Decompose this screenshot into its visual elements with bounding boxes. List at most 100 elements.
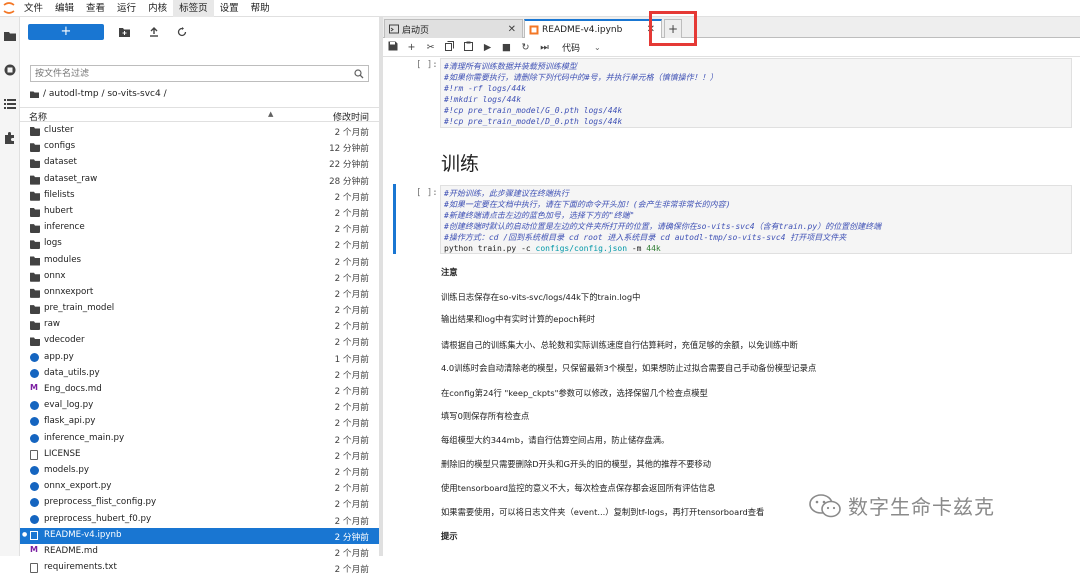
restart-run-all-icon[interactable]: ⏭: [535, 42, 554, 53]
code-cell[interactable]: #清理所有训练数据并装载预训练模型 #如果你需要执行，请删除下列代码中的#号，并执…: [440, 58, 1072, 128]
folder-icon: [30, 175, 40, 185]
file-name: inference_main.py: [44, 432, 125, 443]
file-row[interactable]: M README.md 2 个月前: [20, 544, 379, 560]
file-row[interactable]: modules 2 个月前: [20, 253, 379, 269]
chevron-down-icon: ⌄: [594, 42, 601, 52]
file-row[interactable]: filelists 2 个月前: [20, 188, 379, 204]
python-file-icon: [30, 498, 39, 508]
file-modified: 22 分钟前: [329, 160, 369, 171]
file-row[interactable]: M Eng_docs.md 2 个月前: [20, 382, 379, 398]
insert-cell-icon[interactable]: +: [402, 42, 421, 53]
menu-item[interactable]: 帮助: [245, 0, 276, 17]
menu-item[interactable]: 内核: [142, 0, 173, 17]
file-row[interactable]: onnx 2 个月前: [20, 269, 379, 285]
home-folder-icon[interactable]: [30, 90, 39, 99]
folder-icon: [30, 256, 40, 266]
notebook-file-icon: [30, 530, 38, 540]
file-modified: 2 个月前: [334, 273, 369, 284]
menu-item[interactable]: 查看: [80, 0, 111, 17]
folder-icon: [30, 127, 40, 136]
file-browser: + / autodl-tmp / so-vits-svc4 / 名称 ▲ 修改时…: [20, 17, 379, 575]
upload-icon[interactable]: [146, 24, 162, 40]
sort-ascending-icon[interactable]: ▲: [268, 110, 273, 118]
save-icon[interactable]: [383, 41, 402, 54]
code-cell-active[interactable]: #开始训练，此步骤建议在终端执行 #如果一定要在文档中执行，请在下面的命令开头加！…: [440, 185, 1072, 254]
paste-icon[interactable]: [459, 41, 478, 54]
file-row[interactable]: vdecoder 2 个月前: [20, 333, 379, 349]
cell-prompt: [ ]:: [416, 60, 438, 70]
file-filter-input[interactable]: [31, 66, 331, 81]
extension-icon[interactable]: [3, 131, 17, 145]
file-row[interactable]: app.py 1 个月前: [20, 350, 379, 366]
file-row[interactable]: eval_log.py 2 个月前: [20, 398, 379, 414]
file-row[interactable]: logs 2 个月前: [20, 236, 379, 252]
file-modified: 2 个月前: [334, 257, 369, 268]
python-file-icon: [30, 465, 39, 475]
code-command-line: python train.py -c configs/config.json -…: [444, 243, 1068, 254]
file-name: modules: [44, 254, 82, 265]
file-row[interactable]: configs 12 分钟前: [20, 139, 379, 155]
folder-icon: [30, 288, 40, 298]
menu-item[interactable]: 运行: [111, 0, 142, 17]
file-row[interactable]: data_utils.py 2 个月前: [20, 366, 379, 382]
modified-column-header[interactable]: 修改时间: [333, 110, 369, 123]
menu-item[interactable]: 标签页: [173, 0, 214, 17]
file-modified: 2 个月前: [334, 484, 369, 495]
cell-type-dropdown[interactable]: 代码 ⌄: [562, 41, 601, 54]
menu-item[interactable]: 设置: [214, 0, 245, 17]
folder-icon: [30, 159, 40, 169]
folder-icon: [30, 224, 40, 234]
file-modified: 2 个月前: [334, 387, 369, 397]
file-row[interactable]: models.py 2 个月前: [20, 463, 379, 479]
new-folder-icon[interactable]: [116, 24, 132, 40]
file-row[interactable]: ● README-v4.ipynb 2 分钟前: [20, 527, 379, 544]
file-name: logs: [44, 238, 62, 249]
file-row[interactable]: preprocess_hubert_f0.py 2 个月前: [20, 512, 379, 528]
file-row[interactable]: flask_api.py 2 个月前: [20, 414, 379, 430]
menu-item[interactable]: 编辑: [49, 0, 80, 17]
code-comment-line: #操作方式：cd /回到系统根目录 cd root 进入系统目录 cd auto…: [444, 233, 847, 242]
stop-icon[interactable]: ■: [497, 42, 516, 53]
file-row[interactable]: preprocess_flist_config.py 2 个月前: [20, 495, 379, 511]
file-row[interactable]: inference 2 个月前: [20, 220, 379, 236]
file-name: README-v4.ipynb: [44, 529, 122, 540]
file-name: preprocess_flist_config.py: [44, 497, 157, 508]
restart-icon[interactable]: ↻: [516, 42, 535, 53]
folder-icon[interactable]: [3, 29, 17, 43]
document-tab-bar: 启动页 ✕ README-v4.ipynb ✕ +: [383, 11, 1080, 46]
breadcrumb-path[interactable]: / autodl-tmp / so-vits-svc4 /: [43, 89, 167, 99]
menu-item[interactable]: 文件: [18, 0, 49, 17]
file-modified: 2 个月前: [334, 403, 369, 414]
run-icon[interactable]: ▶: [478, 42, 497, 53]
file-row[interactable]: LICENSE 2 个月前: [20, 447, 379, 463]
python-file-icon: [30, 368, 39, 378]
name-column-header[interactable]: 名称: [29, 110, 47, 123]
markdown-paragraph: 每组模型大约344mb，请自行估算空间占用，防止储存盘满。: [441, 435, 670, 445]
file-row[interactable]: onnx_export.py 2 个月前: [20, 479, 379, 495]
file-row[interactable]: dataset_raw 28 分钟前: [20, 172, 379, 188]
close-tab-icon[interactable]: ✕: [508, 24, 516, 35]
file-row[interactable]: pre_train_model 2 个月前: [20, 301, 379, 317]
code-comment-line: #开始训练，此步骤建议在终端执行: [444, 189, 569, 198]
cut-icon[interactable]: ✂: [421, 42, 440, 53]
copy-icon[interactable]: [440, 40, 459, 54]
file-row[interactable]: requirements.txt 2 个月前: [20, 560, 379, 576]
python-file-icon: [30, 482, 39, 492]
file-row[interactable]: hubert 2 个月前: [20, 204, 379, 220]
file-row[interactable]: cluster 2 个月前: [20, 123, 379, 139]
tab-readme-notebook[interactable]: README-v4.ipynb ✕: [524, 19, 662, 38]
refresh-icon[interactable]: [174, 24, 190, 40]
folder-icon: [30, 143, 40, 153]
running-icon[interactable]: [3, 63, 17, 77]
tab-launcher[interactable]: 启动页 ✕: [384, 19, 523, 38]
file-modified: 12 分钟前: [329, 144, 369, 155]
file-row[interactable]: inference_main.py 2 个月前: [20, 431, 379, 447]
markdown-heading: 注意: [441, 267, 458, 277]
file-row[interactable]: onnxexport 2 个月前: [20, 285, 379, 301]
toc-icon[interactable]: [3, 97, 17, 111]
new-launcher-button[interactable]: +: [28, 24, 104, 40]
file-row[interactable]: raw 2 个月前: [20, 317, 379, 333]
file-filter-field[interactable]: [30, 65, 369, 82]
file-name: onnx: [44, 270, 66, 281]
file-row[interactable]: dataset 22 分钟前: [20, 155, 379, 171]
